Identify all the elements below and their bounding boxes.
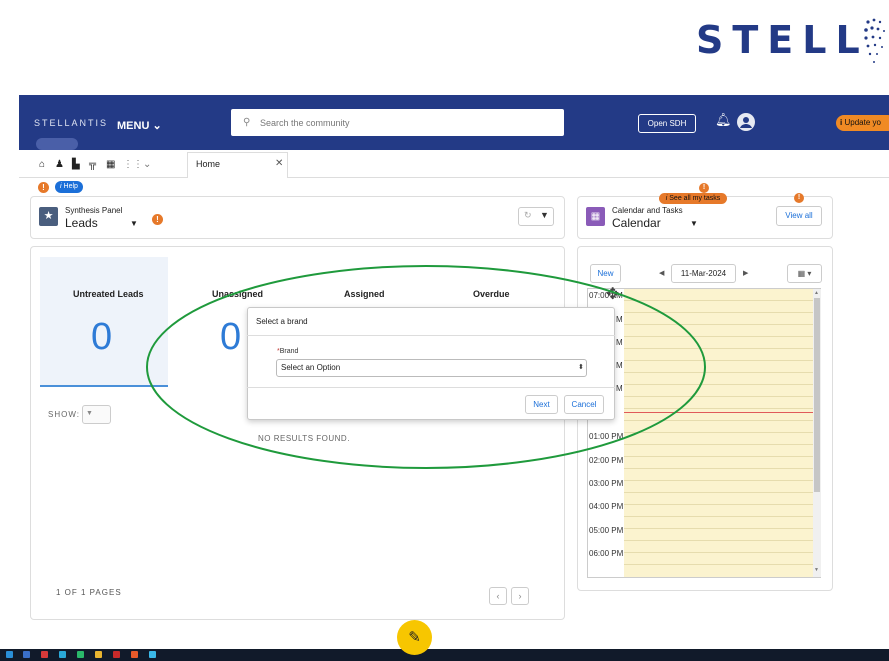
- taskbar-app-icon[interactable]: [77, 651, 84, 658]
- windows-start-icon[interactable]: [6, 651, 13, 658]
- taskbar-app-icon[interactable]: [23, 651, 30, 658]
- taskbar-app-icon[interactable]: [95, 651, 102, 658]
- highlight-ellipse: [146, 265, 706, 469]
- taskbar-app-icon[interactable]: [59, 651, 66, 658]
- annotation-pen-icon[interactable]: ✎: [397, 620, 432, 655]
- taskbar-app-icon[interactable]: [149, 651, 156, 658]
- taskbar-app-icon[interactable]: [131, 651, 138, 658]
- taskbar-app-icon[interactable]: [113, 651, 120, 658]
- taskbar-app-icon[interactable]: [41, 651, 48, 658]
